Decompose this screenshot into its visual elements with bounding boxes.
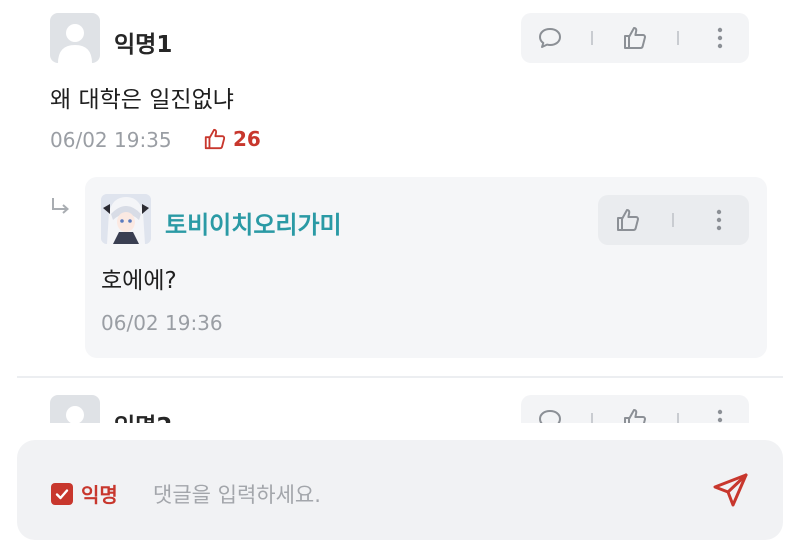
- more-button[interactable]: [704, 22, 736, 54]
- comment-input[interactable]: 댓글을 입력하세요.: [153, 479, 321, 509]
- more-button[interactable]: [703, 204, 735, 236]
- separator: [672, 213, 675, 227]
- more-button[interactable]: [704, 404, 736, 423]
- comment-author[interactable]: 익명1: [114, 25, 172, 59]
- like-button[interactable]: [619, 404, 651, 423]
- anonymous-checkbox[interactable]: [51, 482, 73, 505]
- comment-input-bar: 익명 댓글을 입력하세요.: [17, 440, 783, 540]
- like-button[interactable]: [612, 204, 644, 236]
- thumbs-up-icon: [623, 27, 646, 49]
- reply-card: 토비이치오리가미 호에에? 06/02 19:36: [85, 177, 767, 358]
- comment-actions: [521, 13, 749, 63]
- avatar[interactable]: [50, 13, 100, 63]
- thumbs-up-icon: [204, 128, 226, 150]
- reply-text: 호에에?: [101, 268, 177, 294]
- send-button[interactable]: [709, 470, 753, 510]
- reply-avatar[interactable]: [101, 194, 151, 244]
- avatar[interactable]: [50, 395, 100, 423]
- separator: [676, 413, 679, 423]
- comment-author[interactable]: 익명2: [114, 407, 172, 423]
- comment-actions: [521, 395, 749, 423]
- separator: [676, 31, 679, 45]
- reply-button[interactable]: [534, 22, 566, 54]
- reply-arrow-icon: [52, 198, 70, 214]
- comment-2: 익명2: [0, 378, 800, 423]
- anonymous-toggle[interactable]: 익명: [51, 479, 118, 508]
- more-vertical-icon: [717, 409, 723, 423]
- reply-author[interactable]: 토비이치오리가미: [165, 205, 342, 240]
- thumbs-up-icon: [617, 209, 640, 231]
- like-count-value: 26: [233, 127, 261, 151]
- thumbs-up-icon: [623, 409, 646, 423]
- more-vertical-icon: [717, 27, 723, 49]
- anonymous-label: 익명: [81, 483, 118, 507]
- comment-timestamp: 06/02 19:35: [50, 128, 172, 152]
- like-button[interactable]: [619, 22, 651, 54]
- more-vertical-icon: [716, 209, 722, 231]
- speech-bubble-icon: [538, 410, 561, 423]
- reply-button[interactable]: [534, 404, 566, 423]
- reply-actions: [598, 195, 749, 245]
- separator: [591, 31, 594, 45]
- comment-text: 왜 대학은 일진없냐: [50, 87, 234, 113]
- speech-bubble-icon: [538, 28, 561, 48]
- separator: [591, 413, 594, 423]
- like-count: 26: [203, 127, 261, 151]
- send-icon: [713, 473, 748, 507]
- reply-timestamp: 06/02 19:36: [101, 311, 223, 335]
- checkmark-icon: [55, 488, 69, 499]
